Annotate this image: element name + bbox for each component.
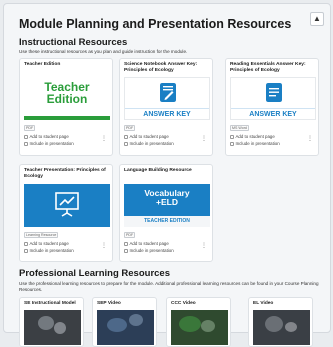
presentation-thumbnail[interactable] bbox=[24, 184, 110, 227]
more-options-icon[interactable]: ⋮ bbox=[201, 243, 207, 249]
include-in-presentation-option[interactable]: Include in presentation bbox=[24, 248, 74, 253]
resource-card-teacher-presentation[interactable]: Teacher Presentation: Principles of Ecol… bbox=[19, 164, 113, 262]
resource-card-teacher-edition[interactable]: Teacher Edition Teacher Edition PDF Add t… bbox=[19, 58, 113, 156]
more-options-icon[interactable]: ⋮ bbox=[101, 243, 107, 249]
more-options-icon[interactable]: ⋮ bbox=[307, 136, 313, 142]
professional-section-title: Professional Learning Resources bbox=[19, 268, 170, 279]
instructional-section-title: Instructional Resources bbox=[19, 37, 128, 48]
more-options-icon[interactable]: ⋮ bbox=[101, 136, 107, 142]
checkbox-icon[interactable] bbox=[24, 241, 28, 246]
card-title: EL Video bbox=[253, 301, 274, 306]
file-type-badge: PDF bbox=[24, 125, 36, 132]
resource-card-reading-essentials-answer-key[interactable]: Reading Essentials Answer Key: Principle… bbox=[225, 58, 319, 156]
checkbox-icon[interactable] bbox=[124, 134, 128, 139]
pl-card-el-video[interactable]: EL Video bbox=[248, 297, 313, 347]
card-title: SEP Video bbox=[97, 301, 121, 306]
resource-card-language-building[interactable]: Language Building Resource Vocabulary +EL… bbox=[119, 164, 213, 262]
answer-key-thumbnail[interactable]: ANSWER KEY bbox=[124, 77, 210, 120]
video-thumbnail[interactable] bbox=[24, 310, 81, 345]
notebook-pencil-icon bbox=[160, 83, 176, 102]
resources-panel: Module Planning and Presentation Resourc… bbox=[3, 3, 331, 347]
video-thumbnail[interactable] bbox=[97, 310, 154, 345]
card-title: Language Building Resource bbox=[124, 168, 192, 173]
file-type-badge: PDF bbox=[124, 125, 136, 132]
answer-key-thumbnail[interactable]: ANSWER KEY bbox=[230, 77, 316, 120]
card-title: CCC Video bbox=[171, 301, 196, 306]
add-to-student-page-option[interactable]: Add to student page bbox=[230, 134, 275, 139]
thumbnail-text: Teacher Edition bbox=[44, 80, 90, 106]
card-title: SE Instructional Model bbox=[24, 301, 76, 306]
card-title: Science Notebook Answer Key: Principles … bbox=[124, 62, 198, 73]
teacher-edition-thumbnail[interactable]: Teacher Edition bbox=[24, 77, 110, 120]
checkbox-icon[interactable] bbox=[24, 248, 28, 253]
instructional-section-description: Use these instructional resources as you… bbox=[19, 49, 188, 54]
page-title: Module Planning and Presentation Resourc… bbox=[19, 17, 292, 31]
presentation-chart-icon bbox=[55, 192, 79, 217]
professional-section-description: Use the professional learning resources … bbox=[19, 281, 319, 292]
include-in-presentation-option[interactable]: Include in presentation bbox=[24, 141, 74, 146]
resource-card-science-notebook-answer-key[interactable]: Science Notebook Answer Key: Principles … bbox=[119, 58, 213, 156]
checkbox-icon[interactable] bbox=[124, 241, 128, 246]
pl-card-ccc-video[interactable]: CCC Video bbox=[166, 297, 231, 347]
checkbox-icon[interactable] bbox=[124, 248, 128, 253]
thumbnail-text: ANSWER KEY bbox=[125, 108, 209, 119]
add-to-student-page-option[interactable]: Add to student page bbox=[124, 241, 169, 246]
add-to-student-page-option[interactable]: Add to student page bbox=[24, 241, 69, 246]
video-thumbnail[interactable] bbox=[171, 310, 228, 345]
add-to-student-page-option[interactable]: Add to student page bbox=[24, 134, 69, 139]
file-type-badge: PDF bbox=[124, 232, 136, 239]
include-in-presentation-option[interactable]: Include in presentation bbox=[230, 141, 280, 146]
chevron-up-icon: ▲ bbox=[313, 14, 321, 23]
document-icon bbox=[266, 83, 282, 102]
thumbnail-text: Vocabulary +ELD bbox=[144, 188, 190, 207]
checkbox-icon[interactable] bbox=[124, 141, 128, 146]
file-type-badge: Learning Resource bbox=[24, 232, 59, 239]
include-in-presentation-option[interactable]: Include in presentation bbox=[124, 248, 174, 253]
thumbnail-band-text: TEACHER EDITION bbox=[124, 216, 210, 227]
include-in-presentation-option[interactable]: Include in presentation bbox=[124, 141, 174, 146]
checkbox-icon[interactable] bbox=[230, 141, 234, 146]
thumbnail-text: ANSWER KEY bbox=[231, 108, 315, 119]
pl-card-se-instructional-model[interactable]: SE Instructional Model bbox=[19, 297, 84, 347]
vocabulary-thumbnail[interactable]: Vocabulary +ELD TEACHER EDITION bbox=[124, 184, 210, 227]
add-to-student-page-option[interactable]: Add to student page bbox=[124, 134, 169, 139]
card-title: Teacher Edition bbox=[24, 62, 61, 67]
checkbox-icon[interactable] bbox=[24, 141, 28, 146]
file-type-badge: MS Word bbox=[230, 125, 249, 132]
video-thumbnail[interactable] bbox=[253, 310, 310, 345]
collapse-button[interactable]: ▲ bbox=[310, 12, 324, 26]
checkbox-icon[interactable] bbox=[24, 134, 28, 139]
card-title: Reading Essentials Answer Key: Principle… bbox=[230, 62, 306, 73]
more-options-icon[interactable]: ⋮ bbox=[201, 136, 207, 142]
card-title: Teacher Presentation: Principles of Ecol… bbox=[24, 168, 106, 179]
checkbox-icon[interactable] bbox=[230, 134, 234, 139]
pl-card-sep-video[interactable]: SEP Video bbox=[92, 297, 157, 347]
